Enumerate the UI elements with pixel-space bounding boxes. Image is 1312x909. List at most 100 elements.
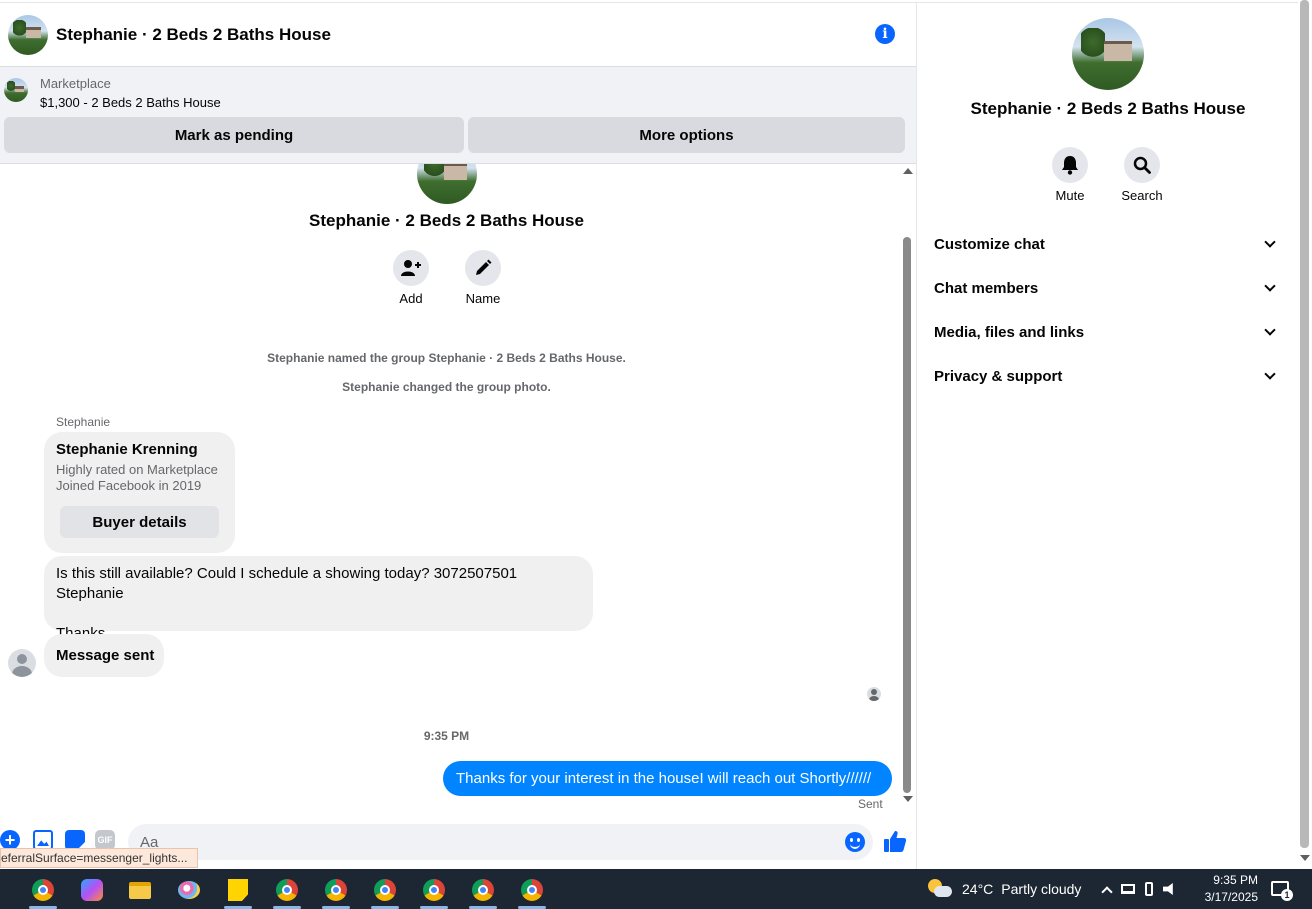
buyer-details-button[interactable]: Buyer details: [60, 506, 219, 538]
taskbar-chrome-profile[interactable]: [269, 875, 305, 909]
status-bar-url: eferralSurface=messenger_lights...: [0, 848, 199, 868]
chevron-down-icon: [1264, 324, 1276, 336]
photo-icon[interactable]: [33, 830, 53, 850]
page-scrollbar[interactable]: [1298, 0, 1312, 869]
taskbar-chrome-profile[interactable]: [318, 875, 354, 909]
weather-widget[interactable]: 24°C Partly cloudy: [928, 875, 1081, 903]
chat-header: Stephanie · 2 Beds 2 Baths House i: [0, 3, 916, 67]
network-icon[interactable]: [1121, 884, 1135, 894]
taskbar-chrome[interactable]: [25, 875, 61, 909]
name-button[interactable]: [465, 250, 501, 286]
partly-cloudy-icon: [928, 879, 952, 899]
sent-status: Sent: [858, 797, 883, 811]
bell-icon: [1062, 156, 1078, 175]
marketplace-banner: Marketplace $1,300 - 2 Beds 2 Baths Hous…: [0, 67, 916, 164]
chrome-icon: [521, 879, 543, 901]
scroll-up-arrow-icon[interactable]: [903, 168, 913, 174]
notification-count-badge: 1: [1281, 889, 1293, 901]
section-label: Customize chat: [934, 235, 1045, 253]
message-list[interactable]: Stephanie · 2 Beds 2 Baths House Add Nam…: [0, 164, 900, 814]
taskbar-chrome-profile[interactable]: [465, 875, 501, 909]
message-text: Is this still available? Could I schedul…: [56, 565, 518, 602]
chrome-icon: [374, 879, 396, 901]
messenger-app: Stephanie · 2 Beds 2 Baths House i Marke…: [0, 0, 1312, 869]
conversation-avatar: [417, 164, 477, 204]
customize-chat-section[interactable]: Customize chat: [934, 224, 1282, 264]
chrome-icon: [325, 879, 347, 901]
more-options-button[interactable]: More options: [468, 117, 905, 153]
chevron-down-icon: [1264, 236, 1276, 248]
system-message: Stephanie changed the group photo.: [342, 380, 551, 394]
chat-pane: Stephanie · 2 Beds 2 Baths House i Marke…: [0, 3, 917, 869]
system-message: Stephanie named the group Stephanie · 2 …: [267, 351, 626, 365]
chrome-icon: [276, 879, 298, 901]
marketplace-label: Marketplace: [40, 76, 111, 91]
thumbs-up-icon[interactable]: [883, 829, 907, 853]
system-tray: [1101, 879, 1177, 899]
search-label: Search: [1121, 188, 1163, 203]
taskbar-sticky-notes[interactable]: [220, 875, 256, 909]
page-scroll-down-icon[interactable]: [1300, 855, 1310, 861]
message-scrollbar[interactable]: [900, 164, 914, 810]
taskbar-chrome-profile[interactable]: [416, 875, 452, 909]
section-label: Privacy & support: [934, 367, 1063, 385]
chat-title[interactable]: Stephanie · 2 Beds 2 Baths House: [56, 25, 331, 45]
sender-avatar[interactable]: [8, 649, 36, 677]
name-label: Name: [465, 291, 501, 306]
clock-time: 9:35 PM: [1213, 873, 1258, 887]
buyer-card: Stephanie Krenning Highly rated on Marke…: [44, 432, 235, 553]
info-icon[interactable]: i: [875, 24, 895, 44]
scroll-thumb[interactable]: [903, 237, 911, 793]
sender-name: Stephanie: [56, 415, 111, 429]
chat-members-section[interactable]: Chat members: [934, 268, 1282, 308]
listing-thumbnail[interactable]: [4, 78, 28, 102]
group-photo[interactable]: [1072, 18, 1144, 90]
show-hidden-icons-chevron-icon[interactable]: [1101, 885, 1113, 898]
emoji-icon[interactable]: [845, 832, 865, 852]
add-people-button[interactable]: [393, 250, 429, 286]
plus-icon[interactable]: +: [0, 830, 20, 850]
scroll-down-arrow-icon[interactable]: [903, 796, 913, 802]
mark-as-pending-button[interactable]: Mark as pending: [4, 117, 464, 153]
message-input[interactable]: [128, 824, 873, 860]
taskbar-paint[interactable]: [171, 875, 207, 905]
chevron-down-icon: [1264, 280, 1276, 292]
incoming-message[interactable]: Message sent: [44, 634, 164, 677]
taskbar-clock[interactable]: 9:35 PM 3/17/2025: [1196, 872, 1258, 906]
paint-icon: [178, 881, 200, 899]
clock-date: 3/17/2025: [1204, 890, 1258, 904]
outgoing-message[interactable]: Thanks for your interest in the houseI w…: [443, 761, 892, 796]
windows-taskbar: 24°C Partly cloudy 9:35 PM 3/17/2025 1: [0, 869, 1312, 909]
battery-icon[interactable]: [1145, 882, 1153, 896]
weather-description: Partly cloudy: [1001, 881, 1082, 897]
section-label: Chat members: [934, 279, 1039, 297]
search-icon: [1133, 156, 1151, 174]
sticker-icon[interactable]: [65, 830, 85, 850]
buyer-name: Stephanie Krenning: [56, 441, 198, 458]
conversation-title: Stephanie · 2 Beds 2 Baths House: [309, 211, 584, 230]
mute-button[interactable]: [1052, 147, 1088, 183]
folder-icon: [129, 881, 151, 899]
media-files-links-section[interactable]: Media, files and links: [934, 312, 1282, 352]
chevron-down-icon: [1264, 368, 1276, 380]
section-label: Media, files and links: [934, 323, 1085, 341]
gif-icon[interactable]: GIF: [95, 830, 115, 850]
pencil-icon: [476, 259, 492, 275]
privacy-support-section[interactable]: Privacy & support: [934, 356, 1282, 396]
taskbar-chrome-profile[interactable]: [514, 875, 550, 909]
seen-indicator: [867, 687, 881, 701]
taskbar-file-explorer[interactable]: [122, 875, 158, 905]
volume-icon[interactable]: [1163, 883, 1173, 895]
page-scroll-thumb[interactable]: [1300, 0, 1309, 848]
group-avatar[interactable]: [8, 14, 48, 55]
mute-label: Mute: [1055, 188, 1085, 203]
buyer-joined: Joined Facebook in 2019: [56, 478, 202, 493]
sticky-notes-icon: [228, 879, 248, 901]
search-button[interactable]: [1124, 147, 1160, 183]
listing-title[interactable]: $1,300 - 2 Beds 2 Baths House: [40, 95, 221, 110]
buyer-rating: Highly rated on Marketplace: [56, 462, 218, 477]
taskbar-chrome-profile[interactable]: [367, 875, 403, 909]
incoming-message[interactable]: Is this still available? Could I schedul…: [44, 556, 593, 642]
taskbar-copilot[interactable]: [74, 875, 110, 905]
chrome-icon: [423, 879, 445, 901]
